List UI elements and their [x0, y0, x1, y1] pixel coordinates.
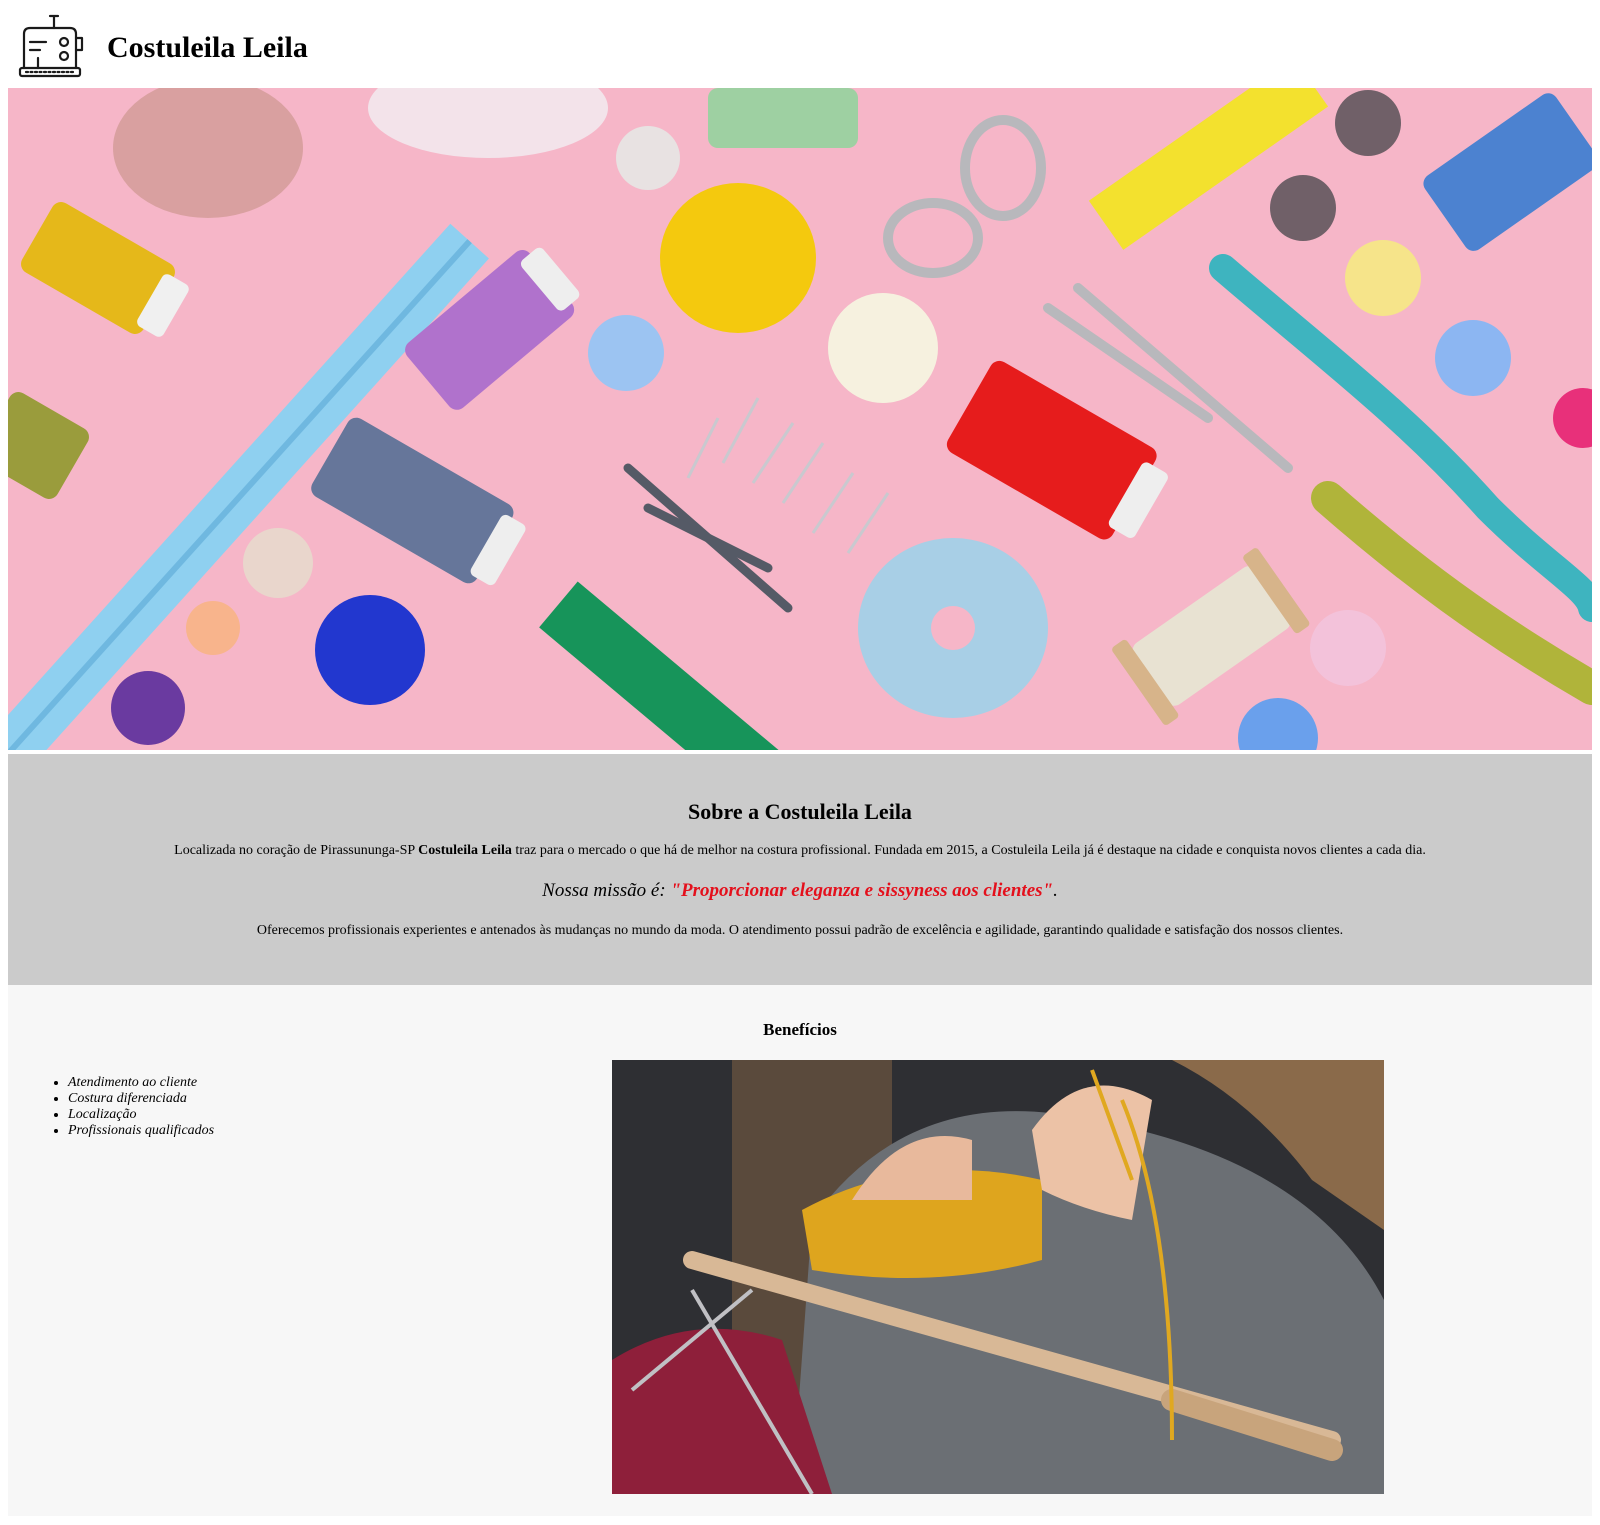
- site-title: Costuleila Leila: [107, 31, 308, 64]
- benefits-heading: Benefícios: [763, 1020, 837, 1039]
- about-intro-brand: Costuleila Leila: [418, 843, 512, 858]
- mission-end: .: [1053, 880, 1058, 901]
- about-section: Sobre a Costuleila Leila Localizada no c…: [8, 754, 1592, 985]
- about-intro-before: Localizada no coração de Pirassununga-SP: [174, 843, 419, 858]
- benefits-section: Benefícios Atendimento ao cliente Costur…: [8, 985, 1592, 1516]
- about-intro-after: traz para o mercado o que há de melhor n…: [511, 843, 1426, 858]
- list-item: Profissionais qualificados: [68, 1123, 214, 1139]
- benefits-list: Atendimento ao cliente Costura diferenci…: [48, 1075, 214, 1139]
- mission-statement: Nossa missão é: "Proporcionar eleganza e…: [8, 879, 1592, 903]
- site-header: Costuleila Leila: [0, 0, 1600, 88]
- about-intro: Localizada no coração de Pirassununga-SP…: [8, 842, 1592, 860]
- about-services: Oferecemos profissionais experientes e a…: [256, 923, 1344, 938]
- mission-label: Nossa missão é:: [542, 880, 671, 901]
- mission-quote: "Proporcionar eleganza e sissyness aos c…: [670, 880, 1054, 901]
- list-item: Atendimento ao cliente: [68, 1075, 214, 1091]
- knitting-image: [612, 1060, 1384, 1494]
- list-item: Costura diferenciada: [68, 1091, 214, 1107]
- hero-image: [8, 88, 1592, 750]
- about-heading: Sobre a Costuleila Leila: [688, 799, 912, 824]
- list-item: Localização: [68, 1107, 214, 1123]
- sewing-machine-icon: [18, 14, 84, 78]
